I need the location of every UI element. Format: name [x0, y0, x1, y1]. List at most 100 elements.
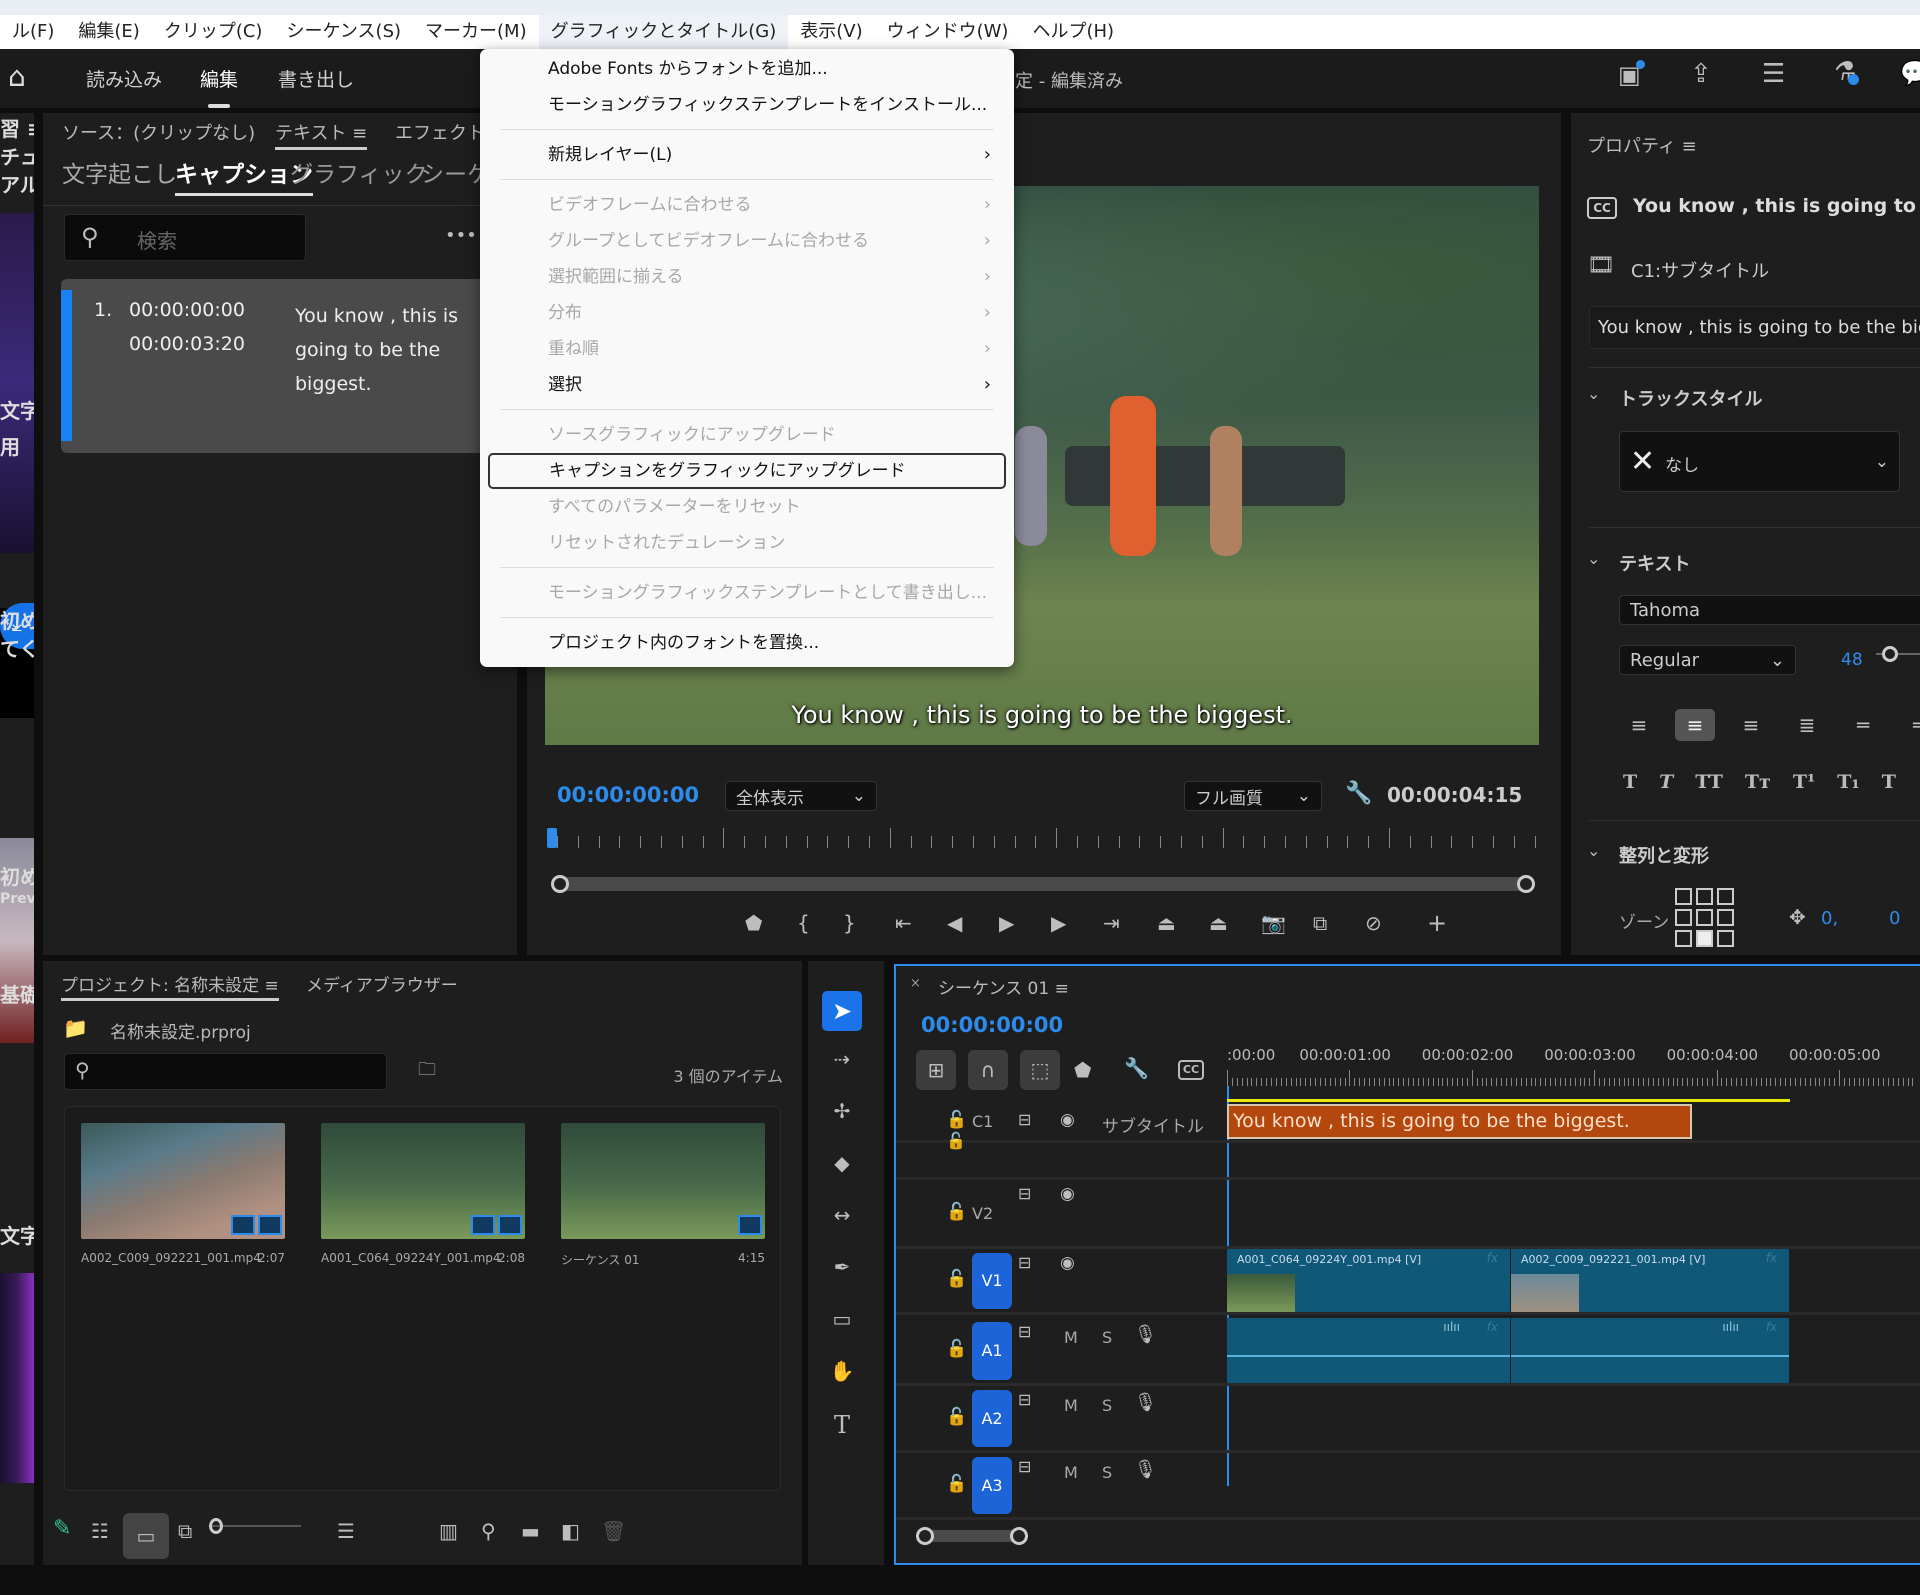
learn-item-text[interactable]: 用 [0, 431, 20, 460]
chevron-down-icon[interactable]: ⌄ [1587, 551, 1600, 567]
text-style-button[interactable]: T [1882, 771, 1896, 793]
font-dropdown[interactable]: Tahoma [1619, 595, 1920, 625]
eye-icon[interactable]: ◉ [1060, 1186, 1075, 1203]
solo-button[interactable]: S [1102, 1328, 1112, 1347]
subtab-transcript[interactable]: 文字起こし [62, 155, 177, 189]
project-search-input[interactable]: ⚲ [64, 1053, 387, 1090]
media-thumbnail[interactable] [321, 1123, 525, 1239]
hand-tool-icon[interactable]: ✋ [824, 1361, 860, 1381]
scroll-handle-right[interactable] [1517, 875, 1535, 893]
tab-edit[interactable]: 編集 [200, 65, 238, 108]
slip-tool-icon[interactable]: ↔ [824, 1205, 860, 1225]
menu-item[interactable]: プロジェクト内のフォントを置換... [489, 625, 1005, 661]
track-target-a1[interactable]: A1 [972, 1322, 1012, 1380]
icon-view-icon[interactable]: ▭ [123, 1513, 169, 1559]
track-target-c1[interactable]: C1 [972, 1112, 993, 1131]
track-target-a3[interactable]: A3 [972, 1457, 1012, 1514]
lift-icon[interactable]: ⏏ [1157, 913, 1176, 933]
rectangle-tool-icon[interactable]: ▭ [824, 1309, 860, 1329]
button-editor-icon[interactable]: + [1427, 911, 1447, 935]
menu-item[interactable]: キャプションをグラフィックにアップグレード [488, 453, 1006, 489]
menu-item[interactable]: クリップ(C) [152, 15, 275, 49]
zoom-level-dropdown[interactable]: 全体表示 ⌄ [725, 781, 877, 811]
type-tool-icon[interactable]: T [824, 1413, 860, 1437]
lock-icon[interactable]: 🔓 [946, 1271, 967, 1288]
sync-lock-icon[interactable]: ⊟ [1018, 1324, 1031, 1340]
menu-item[interactable]: Adobe Fonts からフォントを追加... [489, 51, 1005, 87]
trash-icon[interactable]: 🗑 [601, 1521, 626, 1541]
lock-icon[interactable]: 🔓 [946, 1341, 967, 1358]
video-clip[interactable]: A001_C064_09224Y_001.mp4 [V] fx [1227, 1249, 1510, 1312]
menu-item[interactable]: 編集(E) [66, 15, 151, 49]
caption-text[interactable]: You know , this is going to be the bigge… [295, 299, 475, 401]
menu-item[interactable]: ウィンドウ(W) [875, 15, 1021, 49]
proxy-toggle-icon[interactable]: ⊘ [1365, 913, 1382, 933]
properties-title[interactable]: プロパティ ≡ [1587, 132, 1697, 158]
chevron-down-icon[interactable]: ⌄ [1587, 843, 1600, 859]
caption-search-input[interactable]: ⚲ 検索 [64, 214, 306, 261]
learn-item-text[interactable]: てく [0, 633, 34, 662]
close-sequence-button[interactable]: × [910, 976, 921, 991]
snap-icon[interactable]: ∩ [968, 1050, 1008, 1090]
text-style-button[interactable]: Tт [1745, 771, 1771, 793]
playhead[interactable] [547, 828, 557, 848]
lock-icon[interactable]: 🔓 [946, 1408, 967, 1426]
timeline-timecode[interactable]: 00:00:00:00 [921, 1013, 1063, 1037]
export-frame-icon[interactable]: 📷 [1261, 913, 1286, 933]
learn-item-text[interactable]: Previ [0, 891, 34, 907]
menu-item[interactable]: グループとしてビデオフレームに合わせる › [489, 223, 1005, 259]
lock-icon[interactable]: 🔓 [946, 1111, 967, 1129]
menu-item[interactable]: ル(F) [0, 15, 66, 49]
menu-item[interactable]: ビデオフレームに合わせる › [489, 187, 1005, 223]
text-style-button[interactable]: T₁ [1837, 771, 1859, 793]
caption-display-icon[interactable]: CC [1178, 1060, 1204, 1080]
media-thumbnail[interactable] [561, 1123, 765, 1239]
share-icon[interactable]: ⇪ [1690, 61, 1712, 87]
scroll-handle-left[interactable] [551, 875, 569, 893]
zone-cell[interactable] [1717, 930, 1734, 947]
position-y-value[interactable]: 0 [1889, 908, 1900, 929]
playhead-timecode[interactable]: 00:00:00:00 [557, 783, 699, 807]
caption-text-field[interactable]: You know , this is going to be the bigge… [1589, 306, 1920, 349]
menu-item[interactable]: グラフィックとタイトル(G) [538, 15, 789, 49]
sync-lock-icon[interactable]: ⊟ [1018, 1459, 1031, 1475]
menu-item[interactable]: 表示(V) [788, 15, 874, 49]
tab-media-browser[interactable]: メディアブラウザー [306, 971, 458, 996]
sync-lock-icon[interactable]: ⊟ [1018, 1392, 1031, 1408]
track-select-tool-icon[interactable]: ⇢ [824, 1049, 860, 1069]
microphone-icon[interactable]: 🎙 [1134, 1326, 1157, 1344]
align-right-icon[interactable]: ≡ [1731, 709, 1771, 741]
menu-item[interactable]: 重ね順 › [489, 331, 1005, 367]
learn-item-text[interactable]: 初め [0, 861, 34, 890]
zone-cell[interactable] [1717, 909, 1734, 926]
timeline-zoom-scrollbar[interactable] [916, 1527, 1028, 1545]
slider-handle[interactable] [1882, 646, 1898, 662]
mute-button[interactable]: M [1064, 1463, 1078, 1482]
align-center-icon[interactable]: ≡ [1675, 709, 1715, 741]
go-to-in-icon[interactable]: ⇤ [895, 913, 912, 933]
pen-tool-icon[interactable]: ✒ [824, 1257, 860, 1277]
justify-icon[interactable]: ≣ [1787, 709, 1827, 741]
caption-in-time[interactable]: 00:00:00:00 [129, 299, 245, 321]
scroll-handle-right[interactable] [1010, 1527, 1028, 1545]
linked-selection-icon[interactable]: ⬚ [1020, 1050, 1060, 1090]
align-top-icon[interactable]: ═ [1843, 709, 1883, 741]
thumbnail-size-slider[interactable] [209, 1518, 301, 1534]
subtab-graphics[interactable]: グラフィック [290, 155, 428, 189]
menu-item[interactable]: マーカー(M) [413, 15, 539, 49]
mute-button[interactable]: M [1064, 1396, 1078, 1415]
align-middle-icon[interactable]: ═ [1899, 709, 1920, 741]
mark-out-icon[interactable]: } [843, 913, 856, 933]
mark-in-icon[interactable]: { [797, 913, 810, 933]
font-size-value[interactable]: 48 [1841, 650, 1863, 670]
more-options-button[interactable]: ••• [445, 225, 477, 246]
new-item-icon[interactable]: ◧ [561, 1521, 580, 1541]
learn-item-text[interactable]: 文字 [0, 395, 34, 424]
learn-item-text[interactable]: アル [0, 169, 34, 198]
tab-text[interactable]: テキスト ≡ [275, 119, 368, 150]
tab-source[interactable]: ソース：(クリップなし) [62, 119, 255, 145]
caption-item[interactable]: 1. 00:00:00:00 00:00:03:20 You know , th… [61, 279, 517, 453]
microphone-icon[interactable]: 🎙 [1134, 1461, 1157, 1479]
track-target-a2[interactable]: A2 [972, 1390, 1012, 1447]
automate-to-sequence-icon[interactable]: ▥ [439, 1521, 458, 1541]
